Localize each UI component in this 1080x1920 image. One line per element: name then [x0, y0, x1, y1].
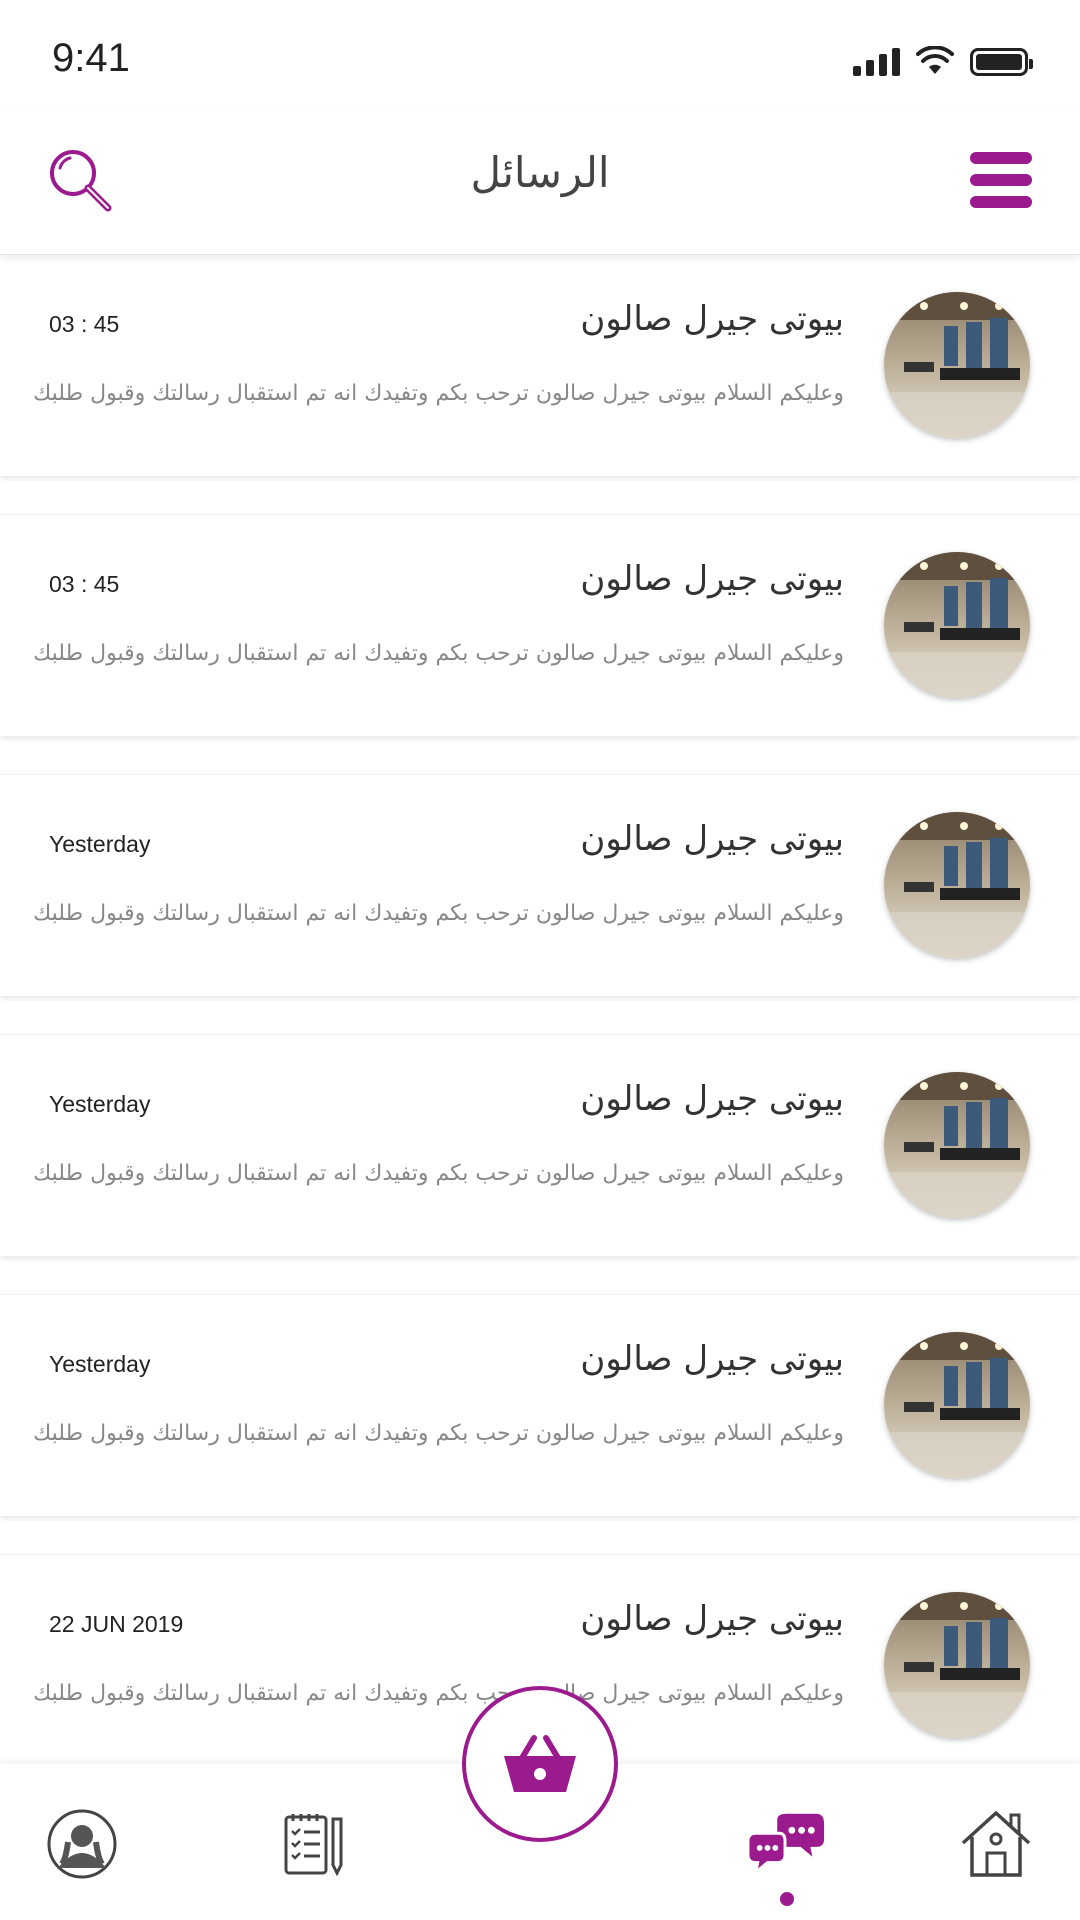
nav-profile[interactable]: [42, 1804, 122, 1884]
battery-icon: [970, 48, 1033, 76]
message-item[interactable]: بيوتى جيرل صالون Yesterday وعليكم السلام ب…: [0, 1034, 1080, 1256]
message-list: بيوتى جيرل صالون 03 : 45 وعليكم السلام بيو…: [0, 254, 1080, 1764]
cart-button[interactable]: [462, 1686, 618, 1842]
message-sender: بيوتى جيرل صالون: [580, 1339, 844, 1379]
nav-home[interactable]: [956, 1804, 1036, 1884]
salon-avatar: [884, 1072, 1030, 1218]
salon-avatar: [884, 1332, 1030, 1478]
menu-button[interactable]: [970, 152, 1032, 208]
active-indicator: [780, 1892, 794, 1906]
salon-avatar: [884, 812, 1030, 958]
message-sender: بيوتى جيرل صالون: [580, 299, 844, 339]
message-time: Yesterday: [49, 1091, 151, 1117]
nav-orders[interactable]: [274, 1804, 354, 1884]
status-time: 9:41: [52, 36, 130, 80]
message-sender: بيوتى جيرل صالون: [580, 1599, 844, 1639]
menu-icon: [970, 152, 1032, 164]
status-bar: 9:41: [0, 0, 1080, 110]
message-sender: بيوتى جيرل صالون: [580, 1079, 844, 1119]
message-sender: بيوتى جيرل صالون: [580, 819, 844, 859]
message-time: Yesterday: [49, 831, 151, 857]
message-time: Yesterday: [49, 1351, 151, 1377]
salon-avatar: [884, 292, 1030, 438]
home-icon: [961, 1811, 1031, 1877]
message-item[interactable]: بيوتى جيرل صالون Yesterday وعليكم السلام ب…: [0, 1294, 1080, 1516]
message-preview: وعليكم السلام بيوتى جيرل صالون ترحب بكم …: [33, 901, 844, 926]
message-time: 22 JUN 2019: [49, 1611, 184, 1637]
message-preview: وعليكم السلام بيوتى جيرل صالون ترحب بكم …: [33, 1161, 844, 1186]
nav-messages[interactable]: [746, 1804, 826, 1884]
message-preview: وعليكم السلام بيوتى جيرل صالون ترحب بكم …: [33, 641, 844, 666]
message-item[interactable]: بيوتى جيرل صالون 03 : 45 وعليكم السلام بيو…: [0, 254, 1080, 476]
message-sender: بيوتى جيرل صالون: [580, 559, 844, 599]
message-preview: وعليكم السلام بيوتى جيرل صالون ترحب بكم …: [33, 1421, 844, 1446]
salon-avatar: [884, 552, 1030, 698]
message-time: 03 : 45: [49, 571, 120, 597]
status-icons: [853, 46, 1033, 76]
message-preview: وعليكم السلام بيوتى جيرل صالون ترحب بكم …: [33, 381, 844, 406]
message-item[interactable]: بيوتى جيرل صالون Yesterday وعليكم السلام ب…: [0, 774, 1080, 996]
message-preview: وعليكم السلام بيوتى جيرل صالون ترحب بكم …: [33, 1681, 844, 1706]
orders-icon: [284, 1814, 343, 1877]
messages-icon: [746, 1813, 825, 1875]
profile-icon: [47, 1809, 117, 1879]
cart-icon: [504, 1735, 576, 1792]
salon-avatar: [884, 1592, 1030, 1738]
app-header: الرسائل: [0, 110, 1080, 254]
wifi-icon: [916, 46, 954, 74]
signal-icon: [853, 46, 900, 76]
message-item[interactable]: بيوتى جيرل صالون 03 : 45 وعليكم السلام بيو…: [0, 514, 1080, 736]
page-title: الرسائل: [470, 148, 610, 197]
message-time: 03 : 45: [49, 311, 120, 337]
